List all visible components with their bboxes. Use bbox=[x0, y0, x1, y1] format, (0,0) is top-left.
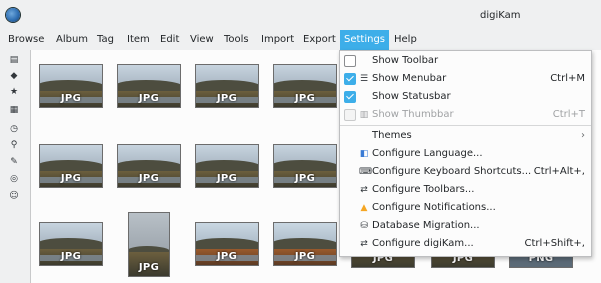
timeline-icon[interactable]: ◷ bbox=[9, 124, 19, 134]
menu-tools[interactable]: Tools bbox=[220, 30, 253, 50]
thumbnail[interactable]: JPG bbox=[273, 222, 337, 266]
show-menubar-label: Show Menubar bbox=[372, 73, 447, 84]
format-badge: JPG bbox=[216, 251, 238, 262]
show-thumbbar-shortcut: Ctrl+T bbox=[552, 109, 585, 120]
thumbnail[interactable]: JPG bbox=[195, 144, 259, 188]
menu-themes[interactable]: Themes › bbox=[340, 127, 591, 145]
show-statusbar-checkbox[interactable] bbox=[344, 91, 356, 103]
fuzzy-search-icon[interactable]: ✎ bbox=[9, 157, 19, 167]
configure-icon: ⇄ bbox=[360, 185, 368, 195]
albums-icon[interactable]: ▤ bbox=[9, 55, 19, 65]
thumbnail[interactable]: JPG bbox=[195, 222, 259, 266]
format-badge: JPG bbox=[60, 93, 82, 104]
show-statusbar-label: Show Statusbar bbox=[372, 91, 451, 102]
thumbnail[interactable]: JPG bbox=[273, 144, 337, 188]
menu-item[interactable]: Item bbox=[123, 30, 154, 50]
format-badge: JPG bbox=[294, 251, 316, 262]
notification-icon: ▲ bbox=[360, 203, 368, 213]
thumbnail[interactable]: JPG bbox=[273, 64, 337, 108]
menu-browse[interactable]: Browse bbox=[4, 30, 48, 50]
themes-label: Themes bbox=[372, 130, 412, 141]
thumbbar-icon: ▥ bbox=[359, 110, 369, 120]
menu-configure-toolbars[interactable]: ⇄ Configure Toolbars... bbox=[340, 181, 591, 199]
menu-configure-notifications[interactable]: ▲ Configure Notifications... bbox=[340, 199, 591, 217]
menu-configure-language[interactable]: ◧ Configure Language... bbox=[340, 145, 591, 163]
menu-separator bbox=[340, 125, 591, 126]
format-badge: JPG bbox=[60, 173, 82, 184]
show-toolbar-checkbox[interactable] bbox=[344, 55, 356, 67]
menubar-icon: ☰ bbox=[359, 74, 369, 84]
format-badge: JPG bbox=[138, 262, 160, 273]
keyboard-icon: ⌨ bbox=[359, 167, 372, 177]
configure-icon: ⇄ bbox=[360, 239, 368, 249]
menu-album[interactable]: Album bbox=[52, 30, 92, 50]
menu-configure-shortcuts[interactable]: ⌨ Configure Keyboard Shortcuts... Ctrl+A… bbox=[340, 163, 591, 181]
menu-tag[interactable]: Tag bbox=[93, 30, 118, 50]
thumbnail[interactable]: JPG bbox=[39, 222, 103, 266]
search-icon[interactable]: ⚲ bbox=[9, 140, 19, 150]
calendar-icon[interactable]: ▦ bbox=[9, 105, 19, 115]
format-badge: JPG bbox=[216, 93, 238, 104]
map-icon[interactable]: ◎ bbox=[9, 174, 19, 184]
menu-import[interactable]: Import bbox=[257, 30, 298, 50]
menu-edit[interactable]: Edit bbox=[156, 30, 183, 50]
configure-digikam-shortcut: Ctrl+Shift+, bbox=[524, 238, 585, 249]
show-menubar-checkbox[interactable] bbox=[344, 73, 356, 85]
menu-show-thumbbar: ▥ Show Thumbbar Ctrl+T bbox=[340, 106, 591, 124]
menu-database-migration[interactable]: ⛁ Database Migration... bbox=[340, 217, 591, 235]
show-thumbbar-label: Show Thumbbar bbox=[372, 109, 454, 120]
format-badge: JPG bbox=[138, 93, 160, 104]
title-bar: digiKam bbox=[0, 0, 601, 30]
language-icon: ◧ bbox=[359, 149, 369, 159]
configure-language-label: Configure Language... bbox=[372, 148, 483, 159]
format-badge: JPG bbox=[138, 173, 160, 184]
settings-menu: Show Toolbar ☰ Show Menubar Ctrl+M Show … bbox=[339, 50, 592, 257]
menu-settings[interactable]: Settings bbox=[340, 30, 390, 50]
show-thumbbar-checkbox bbox=[344, 109, 356, 121]
format-badge: JPG bbox=[216, 173, 238, 184]
database-icon: ⛁ bbox=[360, 221, 368, 231]
tags-icon[interactable]: ◆ bbox=[9, 71, 19, 81]
star-icon[interactable]: ★ bbox=[9, 87, 19, 97]
menu-export[interactable]: Export bbox=[299, 30, 340, 50]
left-sidebar: ▤ ◆ ★ ▦ ◷ ⚲ ✎ ◎ ☺ bbox=[0, 50, 28, 283]
show-menubar-shortcut: Ctrl+M bbox=[550, 73, 585, 84]
menu-view[interactable]: View bbox=[186, 30, 218, 50]
thumbnail[interactable]: JPG bbox=[39, 144, 103, 188]
configure-shortcuts-label: Configure Keyboard Shortcuts... bbox=[372, 166, 532, 177]
show-toolbar-label: Show Toolbar bbox=[372, 55, 439, 66]
configure-toolbars-label: Configure Toolbars... bbox=[372, 184, 475, 195]
thumbnail[interactable]: JPG bbox=[117, 144, 181, 188]
chevron-right-icon: › bbox=[581, 130, 585, 141]
menu-show-toolbar[interactable]: Show Toolbar bbox=[340, 52, 591, 70]
menu-help[interactable]: Help bbox=[390, 30, 421, 50]
menu-show-menubar[interactable]: ☰ Show Menubar Ctrl+M bbox=[340, 70, 591, 88]
thumbnail[interactable]: JPG bbox=[195, 64, 259, 108]
menu-configure-digikam[interactable]: ⇄ Configure digiKam... Ctrl+Shift+, bbox=[340, 235, 591, 253]
digikam-app-icon[interactable] bbox=[6, 8, 20, 22]
thumbnail[interactable]: JPG bbox=[39, 64, 103, 108]
format-badge: JPG bbox=[294, 173, 316, 184]
database-migration-label: Database Migration... bbox=[372, 220, 480, 231]
thumbnail[interactable]: JPG bbox=[117, 64, 181, 108]
format-badge: JPG bbox=[60, 251, 82, 262]
format-badge: JPG bbox=[294, 93, 316, 104]
configure-shortcuts-shortcut: Ctrl+Alt+, bbox=[533, 166, 585, 177]
menu-show-statusbar[interactable]: Show Statusbar bbox=[340, 88, 591, 106]
configure-digikam-label: Configure digiKam... bbox=[372, 238, 474, 249]
window-title: digiKam bbox=[480, 10, 521, 21]
thumbnail[interactable]: JPG bbox=[128, 212, 170, 277]
people-icon[interactable]: ☺ bbox=[9, 191, 19, 201]
menu-bar: Browse Album Tag Item Edit View Tools Im… bbox=[0, 30, 601, 50]
configure-notifications-label: Configure Notifications... bbox=[372, 202, 496, 213]
